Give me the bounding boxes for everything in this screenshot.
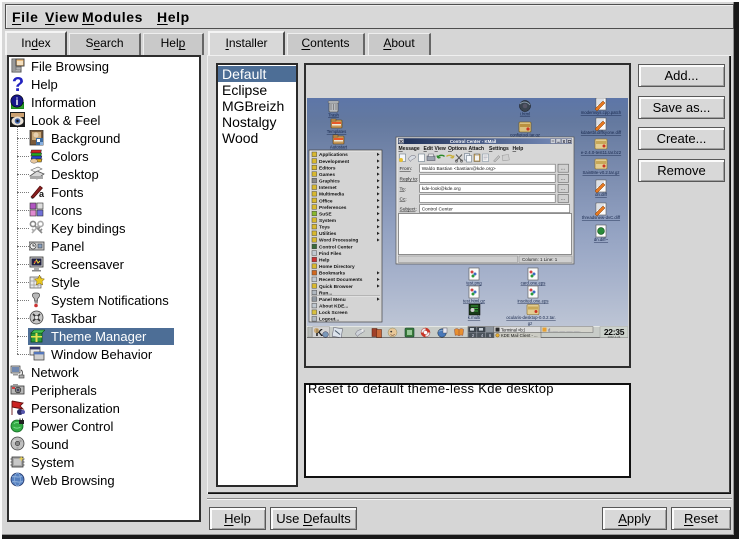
svg-text:SuSE: SuSE bbox=[319, 211, 332, 217]
svg-text:card.one.eps: card.one.eps bbox=[521, 281, 546, 286]
svg-text:Recent Documents: Recent Documents bbox=[319, 277, 363, 283]
svg-text:Logout...: Logout... bbox=[319, 317, 339, 323]
svg-text:From:: From: bbox=[400, 166, 413, 172]
svg-text:Lock Screen: Lock Screen bbox=[319, 310, 348, 316]
svg-text:Options: Options bbox=[448, 146, 467, 152]
svg-text:Column: 1 Line: 1: Column: 1 Line: 1 bbox=[522, 257, 558, 262]
svg-text:Home Directory: Home Directory bbox=[319, 264, 355, 270]
svg-text:gz: gz bbox=[528, 321, 533, 326]
svg-text:Help: Help bbox=[319, 257, 329, 263]
svg-text:Preferences: Preferences bbox=[319, 205, 347, 211]
svg-text:Terminal <b:|: Terminal <b:| bbox=[501, 327, 525, 332]
svg-text:...: ... bbox=[561, 196, 565, 202]
svg-text:View: View bbox=[435, 146, 446, 152]
svg-text:Games: Games bbox=[319, 172, 335, 178]
svg-text:Panel Menu: Panel Menu bbox=[319, 297, 346, 303]
svg-text:Graphics: Graphics bbox=[319, 179, 340, 185]
svg-text:dn.diff~: dn.diff~ bbox=[594, 237, 609, 242]
svg-text:kde-look@kde.org: kde-look@kde.org bbox=[422, 186, 461, 192]
svg-text:Edit: Edit bbox=[424, 146, 434, 152]
svg-text:?: ? bbox=[12, 76, 24, 92]
svg-text:inscited.one.eps: inscited.one.eps bbox=[517, 299, 548, 304]
svg-text:Internet: Internet bbox=[319, 185, 337, 191]
svg-text:...: ... bbox=[561, 176, 565, 182]
svg-text:Autostart: Autostart bbox=[330, 145, 348, 150]
svg-text:2002-1-24: 2002-1-24 bbox=[608, 335, 621, 338]
svg-text:i.html: i.html bbox=[520, 112, 530, 117]
svg-text:Cc:: Cc: bbox=[400, 197, 407, 203]
svg-text:Development: Development bbox=[319, 159, 350, 165]
svg-text:SaintMe-v0.2.tar.gz: SaintMe-v0.2.tar.gz bbox=[582, 170, 619, 175]
svg-text:Control Center: Control Center bbox=[319, 244, 353, 250]
svg-text:Utilities: Utilities bbox=[319, 231, 337, 237]
svg-text:Subject:: Subject: bbox=[400, 207, 417, 213]
svg-text:...: ... bbox=[561, 186, 565, 192]
svg-text:Control Center: Control Center bbox=[422, 206, 454, 212]
svg-text:dn.diff: dn.diff bbox=[595, 192, 607, 197]
svg-text:Waldo Bastian <bastian@kde.org: Waldo Bastian <bastian@kde.org> bbox=[422, 166, 496, 172]
svg-text:Editors: Editors bbox=[319, 165, 336, 171]
svg-text:test.html.gz: test.html.gz bbox=[463, 299, 485, 304]
svg-text:Attach: Attach bbox=[469, 146, 485, 152]
svg-text:ocularis-desktop-0.0.2.tar.: ocularis-desktop-0.0.2.tar. bbox=[506, 315, 555, 320]
svg-text:i: i bbox=[16, 97, 19, 108]
svg-text:Multimedia: Multimedia bbox=[319, 192, 344, 198]
svg-text:k.multi: k.multi bbox=[468, 315, 480, 320]
svg-text:Message: Message bbox=[399, 146, 420, 152]
svg-text:Quick Browser: Quick Browser bbox=[319, 284, 353, 290]
svg-text:a: a bbox=[39, 189, 45, 199]
svg-text:threadsnew-dvC.diff: threadsnew-dvC.diff bbox=[582, 215, 621, 220]
svg-text:KDE Mail Client - ...: KDE Mail Client - ... bbox=[501, 333, 538, 338]
svg-text:To:: To: bbox=[400, 186, 406, 192]
svg-text:d..........................: d.......................... bbox=[548, 327, 581, 332]
svg-text:Bookmarks: Bookmarks bbox=[319, 271, 345, 277]
svg-text:Applications: Applications bbox=[319, 152, 348, 158]
svg-text:modemsys.cpp.patch: modemsys.cpp.patch bbox=[581, 110, 622, 115]
svg-text:Control Center - KMail: Control Center - KMail bbox=[450, 139, 496, 144]
svg-text:kdatetbl.diffsyone.diff: kdatetbl.diffsyone.diff bbox=[581, 130, 622, 135]
svg-text:Office: Office bbox=[319, 198, 333, 204]
svg-text:About KDE...: About KDE... bbox=[319, 304, 348, 310]
svg-text:Templates: Templates bbox=[327, 129, 347, 134]
svg-text:e-2.4.0-test11.tar.bz2: e-2.4.0-test11.tar.bz2 bbox=[581, 150, 622, 155]
svg-text:Word Processing: Word Processing bbox=[319, 238, 358, 244]
svg-text:Find Files: Find Files bbox=[319, 251, 342, 257]
svg-text:Reply to:: Reply to: bbox=[400, 176, 419, 182]
svg-text:Toys: Toys bbox=[319, 225, 330, 231]
svg-text:Settings: Settings bbox=[489, 146, 509, 152]
svg-text:System: System bbox=[319, 218, 336, 224]
svg-text:...: ... bbox=[561, 166, 565, 172]
svg-text:Trash: Trash bbox=[328, 113, 339, 118]
svg-text:test.png: test.png bbox=[466, 281, 482, 286]
svg-text:Help: Help bbox=[513, 146, 524, 152]
